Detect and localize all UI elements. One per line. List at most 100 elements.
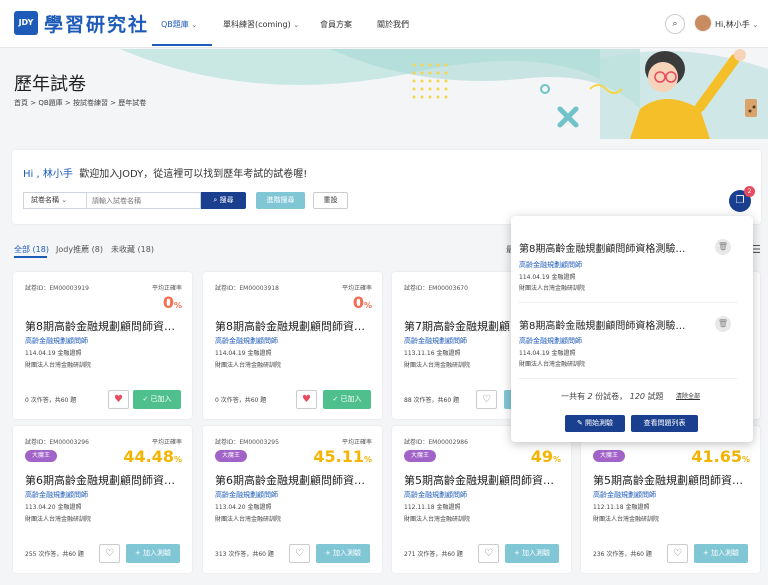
exam-card[interactable]: 試卷ID：EM00003919 平均正確率 0% 第8期高齡金融規劃顧問師資… …: [13, 272, 192, 419]
avg-accuracy-label: 平均正確率: [341, 285, 372, 292]
cart-summary: 一共有 2 份試卷， 120 試題: [561, 392, 664, 401]
exam-license: 高齡金融規劃顧問師: [25, 491, 88, 499]
chevron-down-icon: ⌄: [293, 21, 300, 29]
heart-icon[interactable]: ♡: [667, 544, 688, 563]
breadcrumb[interactable]: 首頁 > QB題庫 > 按試卷練習 > 歷年試卷: [14, 98, 146, 108]
page-title: 歷年試卷: [14, 74, 86, 95]
exam-title[interactable]: 第5期高齡金融規劃顧問師資…: [404, 472, 554, 488]
add-to-test-button[interactable]: + 加入測驗: [505, 544, 559, 563]
cart-item-organizer: 財團法人台灣金融研訓院: [519, 361, 586, 368]
search-button[interactable]: ⌕ 搜尋: [201, 192, 246, 209]
exam-id: 試卷ID：EM00003919: [25, 285, 89, 292]
exam-id: 試卷ID：EM00003918: [215, 285, 279, 292]
exam-date: 112.11.18 金融證照: [593, 504, 650, 511]
trash-icon[interactable]: 🗑: [715, 316, 731, 332]
exam-id: 試卷ID：EM00003296: [25, 439, 89, 446]
attempt-count: 0 次作答，共60 題: [25, 397, 77, 404]
search-type-select[interactable]: 試卷名稱 ⌄: [23, 192, 86, 209]
heart-icon[interactable]: ♡: [476, 390, 497, 409]
nav-qb[interactable]: QB題庫 ⌄: [161, 19, 197, 30]
cart-item-organizer: 財團法人台灣金融研訓院: [519, 285, 586, 292]
exam-id: 試卷ID：EM00003670: [404, 285, 468, 292]
attempt-count: 271 次作答，共60 題: [404, 551, 463, 558]
chevron-down-icon: ⌄: [61, 196, 68, 204]
trash-icon[interactable]: 🗑: [715, 239, 731, 255]
nav-single-subject[interactable]: 單科練習(coming) ⌄: [223, 19, 299, 30]
exam-id: 試卷ID：EM00003295: [215, 439, 279, 446]
attempt-count: 236 次作答，共60 題: [593, 551, 652, 558]
difficulty-badge: 大魔王: [25, 450, 58, 462]
heart-icon[interactable]: ♡: [478, 544, 499, 563]
exam-title[interactable]: 第8期高齡金融規劃顧問師資…: [25, 318, 175, 334]
difficulty-badge: 大魔王: [593, 450, 626, 462]
welcome-message: Hi , 林小手 歡迎加入JODY，從這裡可以找到歷年考試的試卷喔!: [23, 169, 308, 180]
avg-accuracy-value: 44.48%: [123, 447, 182, 466]
nav-membership[interactable]: 會員方案: [320, 19, 352, 30]
exam-date: 114.04.19 金融證照: [215, 350, 272, 357]
avatar[interactable]: [694, 14, 712, 32]
avg-accuracy-value: 41.65%: [691, 447, 750, 466]
exam-title[interactable]: 第6期高齡金融規劃顧問師資…: [25, 472, 175, 488]
exam-title[interactable]: 第5期高齡金融規劃顧問師資…: [593, 472, 743, 488]
exam-date: 112.11.18 金融證照: [404, 504, 461, 511]
add-to-test-button[interactable]: + 加入測驗: [694, 544, 748, 563]
user-menu[interactable]: Hi,林小手 ⌄: [715, 19, 758, 30]
exam-license: 高齡金融規劃顧問師: [215, 491, 278, 499]
exam-organizer: 財團法人台灣金融研訓院: [404, 362, 471, 369]
heart-icon[interactable]: ♡: [99, 544, 120, 563]
exam-organizer: 財團法人台灣金融研訓院: [593, 516, 660, 523]
exam-id: 試卷ID：EM00002986: [404, 439, 468, 446]
tab-not-favorited[interactable]: 未收藏 (18): [111, 244, 154, 255]
heart-icon[interactable]: ♥: [108, 390, 129, 409]
exam-date: 113.04.20 金融證照: [25, 504, 82, 511]
exam-date: 114.04.19 金融證照: [25, 350, 82, 357]
clear-all-link[interactable]: 清除全部: [676, 391, 700, 400]
difficulty-badge: 大魔王: [404, 450, 437, 462]
brand-name[interactable]: 學習研究社: [44, 10, 149, 37]
start-test-button[interactable]: ✎ 開始測驗: [565, 415, 625, 432]
exam-card[interactable]: 試卷ID：EM00003918 平均正確率 0% 第8期高齡金融規劃顧問師資… …: [203, 272, 382, 419]
tab-all[interactable]: 全部 (18): [14, 244, 49, 255]
nav-about[interactable]: 關於我們: [377, 19, 409, 30]
heart-icon[interactable]: ♡: [289, 544, 310, 563]
exam-title[interactable]: 第6期高齡金融規劃顧問師資…: [215, 472, 365, 488]
exam-date: 113.11.16 金融證照: [404, 350, 461, 357]
view-question-list-button[interactable]: 查看問題列表: [631, 415, 698, 432]
cart-item-license: 高齡金融規劃顧問師: [519, 261, 582, 269]
cart-item-date: 114.04.19 金融證照: [519, 274, 576, 281]
add-to-test-button[interactable]: + 加入測驗: [126, 544, 180, 563]
exam-card[interactable]: 試卷ID：EM00002986 49% 大魔王 第5期高齡金融規劃顧問師資… 高…: [392, 426, 571, 573]
exam-license: 高齡金融規劃顧問師: [593, 491, 656, 499]
avg-accuracy-value: 0%: [162, 293, 182, 312]
exam-title[interactable]: 第8期高齡金融規劃顧問師資…: [215, 318, 365, 334]
add-to-test-button[interactable]: + 加入測驗: [316, 544, 370, 563]
cart-item-title[interactable]: 第8期高齡金融規劃顧問師資格測驗…: [519, 317, 685, 332]
avg-accuracy-label: 平均正確率: [341, 439, 372, 446]
banner: [0, 49, 768, 139]
search-input[interactable]: [86, 192, 201, 209]
exam-date: 113.04.20 金融證照: [215, 504, 272, 511]
heart-icon[interactable]: ♥: [296, 390, 317, 409]
exam-organizer: 財團法人台灣金融研訓院: [215, 362, 282, 369]
exam-card[interactable]: 41.65% 大魔王 第5期高齡金融規劃顧問師資… 高齡金融規劃顧問師 112.…: [581, 426, 760, 573]
nav-active-indicator: [152, 44, 212, 46]
added-button[interactable]: ✓ 已加入: [133, 390, 181, 409]
attempt-count: 255 次作答，共60 題: [25, 551, 84, 558]
exam-license: 高齡金融規劃顧問師: [404, 337, 467, 345]
exam-organizer: 財團法人台灣金融研訓院: [215, 516, 282, 523]
reset-button[interactable]: 重設: [313, 192, 348, 209]
divider: [519, 302, 737, 303]
added-button[interactable]: ✓ 已加入: [323, 390, 371, 409]
exam-card[interactable]: 試卷ID：EM00003296 平均正確率 44.48% 大魔王 第6期高齡金融…: [13, 426, 192, 573]
attempt-count: 88 次作答，共60 題: [404, 397, 460, 404]
advanced-search-button[interactable]: 進階搜尋: [256, 192, 305, 209]
search-icon[interactable]: ⌕: [665, 14, 685, 34]
chevron-down-icon: ⌄: [191, 21, 198, 29]
exam-card[interactable]: 試卷ID：EM00003295 平均正確率 45.11% 大魔王 第6期高齡金融…: [203, 426, 382, 573]
logo[interactable]: JDY: [14, 11, 38, 35]
cart-item-title[interactable]: 第8期高齡金融規劃顧問師資格測驗…: [519, 240, 685, 255]
exam-license: 高齡金融規劃顧問師: [25, 337, 88, 345]
tab-jody-recommended[interactable]: Jody推薦 (8): [56, 244, 103, 255]
tab-active-indicator: [14, 256, 47, 258]
search-panel: [12, 150, 761, 224]
